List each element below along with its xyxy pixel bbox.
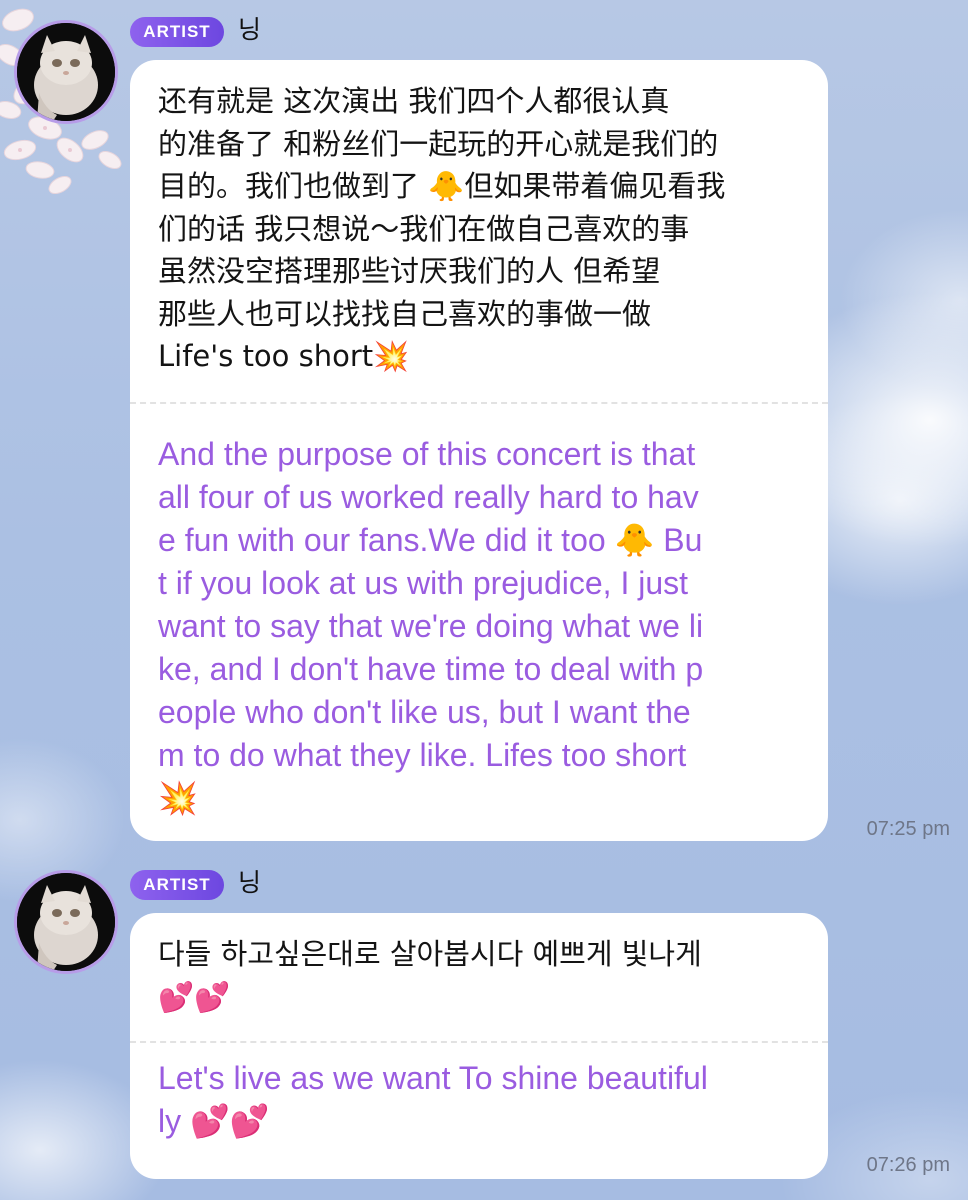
artist-badge: ARTIST [130,17,224,47]
message-1: ARTIST 닝 还有就是 这次演出 我们四个人都很认真 的准备了 和粉丝们一起… [0,0,968,850]
sender-name[interactable]: 닝 [238,15,261,45]
message-timestamp: 07:25 pm [866,818,950,840]
translation-text: And the purpose of this concert is that … [158,436,704,816]
avatar[interactable] [14,870,118,974]
message-timestamp: 07:26 pm [866,1154,950,1176]
avatar[interactable] [14,20,118,124]
translation-text: Let's live as we want To shine beautiful… [158,1060,708,1139]
white-cat-avatar-image [17,23,115,121]
original-text: 还有就是 这次演出 我们四个人都很认真 的准备了 和粉丝们一起玩的开心就是我们的… [158,84,726,373]
message-2: ARTIST 닝 다들 하고싶은대로 살아봅시다 예쁘게 빛나게 💕💕 Let'… [0,860,968,1200]
sender-name[interactable]: 닝 [238,868,261,898]
message-bubble[interactable]: 다들 하고싶은대로 살아봅시다 예쁘게 빛나게 💕💕 Let's live as… [130,913,828,1179]
message-bubble[interactable]: 还有就是 这次演出 我们四个人都很认真 的准备了 和粉丝们一起玩的开心就是我们的… [130,60,828,841]
original-text: 다들 하고싶은대로 살아봅시다 예쁘게 빛나게 💕💕 [158,937,702,1014]
artist-badge: ARTIST [130,870,224,900]
white-cat-avatar-image [17,873,115,971]
